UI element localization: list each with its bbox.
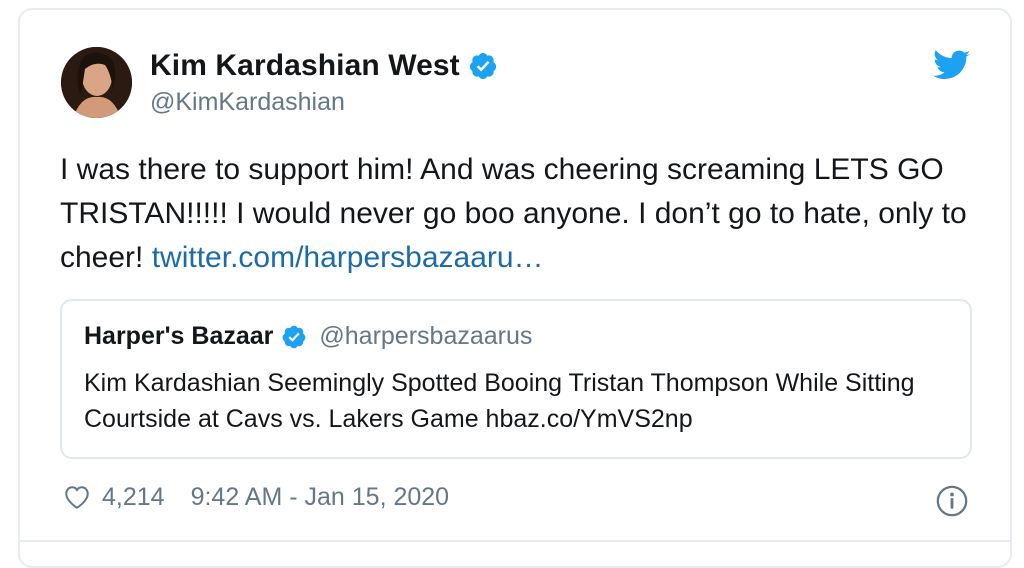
timestamp[interactable]: 9:42 AM - Jan 15, 2020	[191, 483, 450, 512]
tweet-footer: 4,214 9:42 AM - Jan 15, 2020	[62, 482, 449, 512]
author-handle[interactable]: @KimKardashian	[150, 88, 345, 117]
quoted-author-name[interactable]: Harper's Bazaar	[84, 322, 273, 351]
quoted-author-handle[interactable]: @harpersbazaarus	[319, 322, 532, 351]
divider	[20, 540, 1010, 542]
quoted-tweet-header: Harper's Bazaar @harpersbazaarus	[84, 322, 532, 351]
verified-badge-icon	[468, 51, 498, 81]
tweet-text: I was there to support him! And was chee…	[60, 148, 970, 280]
author-name[interactable]: Kim Kardashian West	[150, 49, 460, 83]
heart-icon[interactable]	[62, 482, 92, 512]
avatar[interactable]	[61, 47, 132, 118]
twitter-bird-icon[interactable]	[933, 50, 971, 82]
verified-badge-icon	[281, 324, 307, 350]
info-icon[interactable]	[935, 484, 969, 518]
tweet-link[interactable]: twitter.com/harpersbazaaru…	[152, 241, 544, 274]
like-count[interactable]: 4,214	[102, 483, 165, 512]
quoted-tweet[interactable]: Harper's Bazaar @harpersbazaarus Kim Kar…	[60, 299, 972, 459]
quoted-tweet-text: Kim Kardashian Seemingly Spotted Booing …	[84, 369, 915, 433]
author-name-row[interactable]: Kim Kardashian West	[150, 49, 498, 83]
